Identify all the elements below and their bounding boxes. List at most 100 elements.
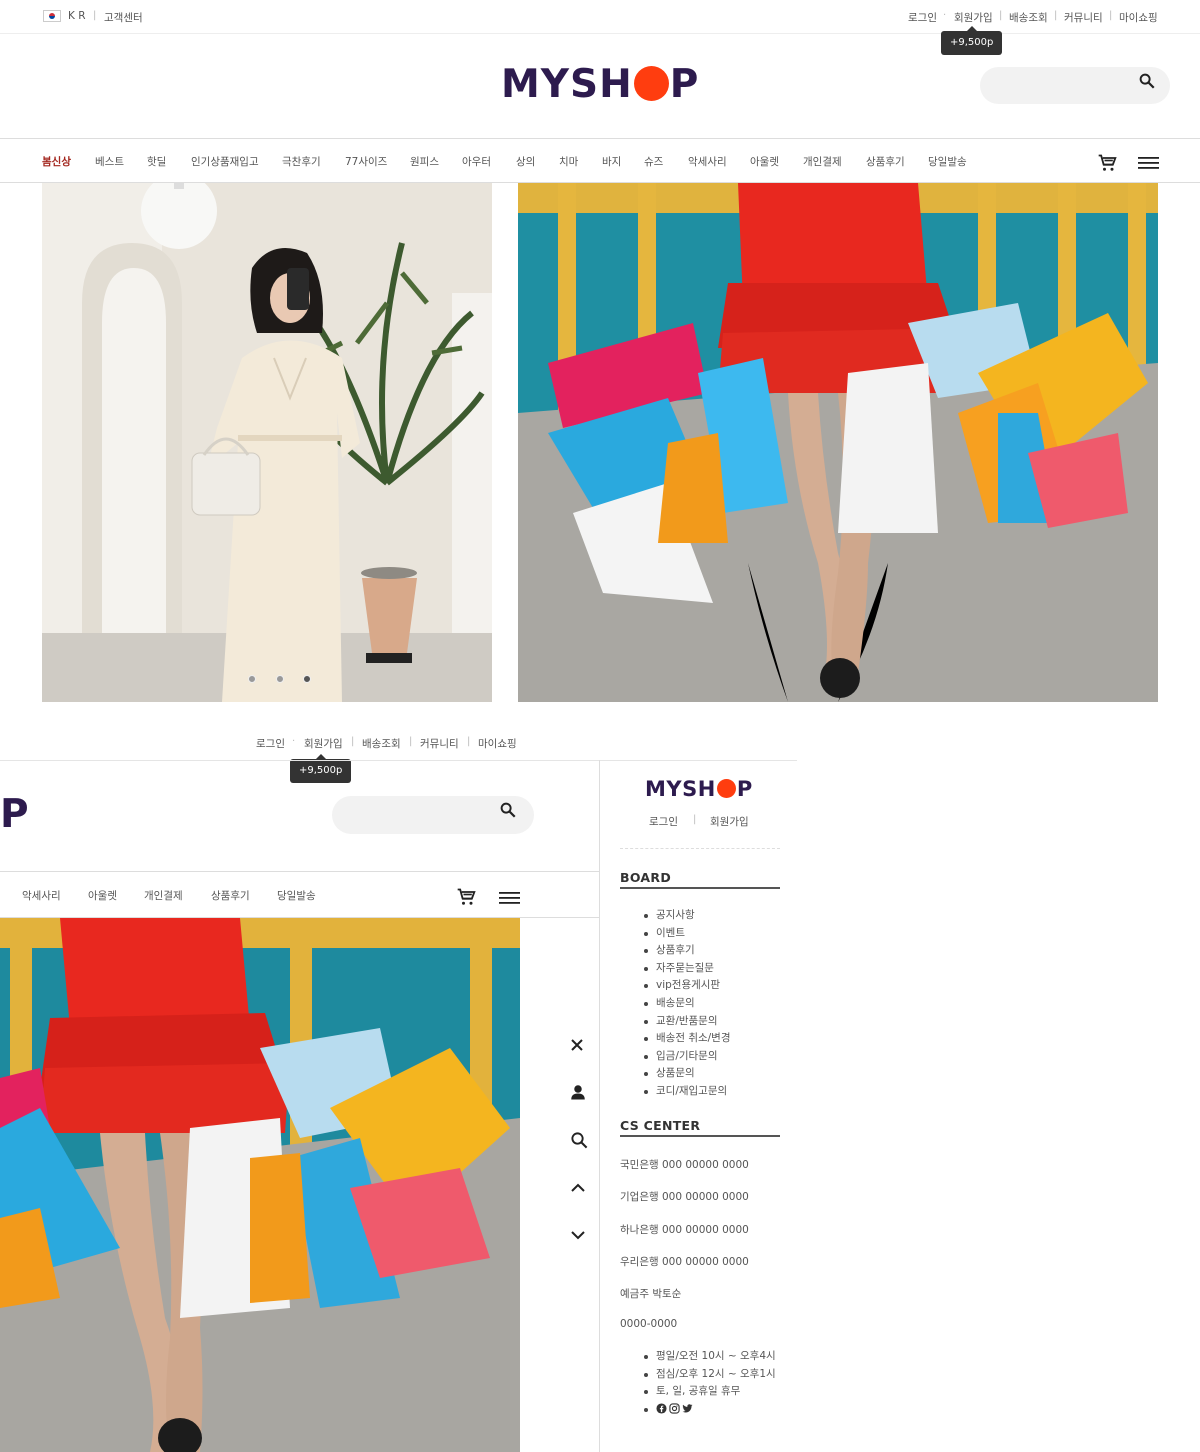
board-item-faq[interactable]: 자주묻는질문 (620, 960, 731, 978)
cart-icon[interactable] (456, 887, 476, 907)
customer-center-link[interactable]: 고객센터 (104, 10, 143, 25)
divider: | (693, 814, 697, 825)
user-icon[interactable] (569, 1083, 587, 1101)
bank-account: 국민은행 000 00000 0000 (620, 1159, 749, 1171)
logo-text-end: P (669, 62, 700, 107)
logo-text-end: P (736, 777, 753, 801)
board-item-product-inquiry[interactable]: 상품문의 (620, 1065, 731, 1083)
cs-hours-item: 점심/오후 12시 ~ 오후1시 (620, 1366, 776, 1384)
slider-dot-1[interactable] (248, 675, 256, 683)
chevron-down-icon[interactable] (570, 1229, 586, 1241)
nav-item-same-day[interactable]: 당일발송 (928, 154, 967, 169)
nav-item-private-payment[interactable]: 개인결제 (803, 154, 842, 169)
bank-account: 우리은행 000 00000 0000 (620, 1256, 749, 1268)
join-link[interactable]: 회원가입 (954, 10, 993, 25)
overlay-nav-product-reviews[interactable]: 상품후기 (211, 888, 250, 903)
slider-dot-2[interactable] (276, 675, 284, 683)
nav-item-reviews-best[interactable]: 극찬후기 (282, 154, 321, 169)
board-item-deposit-other[interactable]: 입금/기타문의 (620, 1048, 731, 1066)
logo-text: MYSH (501, 62, 633, 107)
cs-phone: 0000-0000 (620, 1318, 678, 1330)
divider: | (467, 736, 471, 747)
overlay-nav-private-payment[interactable]: 개인결제 (144, 888, 183, 903)
banner-image-1[interactable] (42, 183, 492, 702)
nav-item-outer[interactable]: 아우터 (462, 154, 491, 169)
overlay-top-border (0, 760, 797, 761)
side-menu-logo[interactable]: MYSH P (645, 776, 753, 802)
overlay-nav-top-border (0, 871, 599, 872)
instagram-icon[interactable] (669, 1403, 680, 1414)
overlay-login-link[interactable]: 로그인 (256, 736, 285, 751)
banner-image-2[interactable] (518, 183, 1158, 702)
cart-icon[interactable] (1097, 153, 1117, 173)
board-item-event[interactable]: 이벤트 (620, 925, 731, 943)
nav-item-shoes[interactable]: 슈즈 (644, 154, 663, 169)
overlay-join-link[interactable]: 회원가입 (304, 736, 343, 751)
facebook-icon[interactable] (656, 1403, 667, 1414)
community-link[interactable]: 커뮤니티 (1064, 10, 1103, 25)
nav-item-spring-new[interactable]: 봄신상 (42, 154, 71, 169)
nav-item-accessories[interactable]: 악세사리 (688, 154, 727, 169)
dot-divider: · (292, 736, 296, 747)
menu-icon[interactable] (499, 891, 520, 905)
overlay-banner-illustration (0, 918, 520, 1452)
nav-item-hotdeal[interactable]: 핫딜 (147, 154, 166, 169)
board-item-cancel-change[interactable]: 배송전 취소/변경 (620, 1030, 731, 1048)
cs-title-underline (620, 1135, 780, 1137)
slider-dot-3[interactable] (303, 675, 311, 683)
points-tooltip: +9,500p (941, 26, 1003, 55)
board-item-vip[interactable]: vip전용게시판 (620, 977, 731, 995)
overlay-logo-partial[interactable]: P (0, 793, 30, 837)
overlay-nav-same-day[interactable]: 당일발송 (277, 888, 316, 903)
nav-item-skirt[interactable]: 치마 (559, 154, 578, 169)
board-item-restock-inquiry[interactable]: 코디/재입고문의 (620, 1083, 731, 1101)
side-menu-join[interactable]: 회원가입 (710, 814, 749, 829)
country-code[interactable]: K R (68, 10, 86, 22)
overlay-community-link[interactable]: 커뮤니티 (420, 736, 459, 751)
delivery-link[interactable]: 배송조회 (1009, 10, 1048, 25)
nav-item-size77[interactable]: 77사이즈 (345, 154, 387, 169)
search-icon[interactable] (1138, 72, 1156, 90)
search-icon[interactable] (570, 1131, 589, 1150)
nav-item-product-reviews[interactable]: 상품후기 (866, 154, 905, 169)
board-item-reviews[interactable]: 상품후기 (620, 942, 731, 960)
nav-item-outlet[interactable]: 아울렛 (750, 154, 779, 169)
side-menu-login[interactable]: 로그인 (649, 814, 678, 829)
nav-item-onepiece[interactable]: 원피스 (410, 154, 439, 169)
nav-item-pants[interactable]: 바지 (602, 154, 621, 169)
nav-item-top[interactable]: 상의 (516, 154, 535, 169)
myshopping-link[interactable]: 마이쇼핑 (1119, 10, 1158, 25)
search-icon[interactable] (499, 801, 517, 819)
side-menu-divider (620, 848, 780, 849)
cs-hours-list: 평일/오전 10시 ~ 오후4시 점심/오후 12시 ~ 오후1시 토, 일, … (620, 1348, 776, 1418)
site-logo[interactable]: MYSH P (501, 63, 699, 107)
banner-illustration-1 (42, 183, 492, 702)
twitter-icon[interactable] (682, 1403, 693, 1414)
divider: | (999, 10, 1003, 21)
login-link[interactable]: 로그인 (908, 10, 937, 25)
account-holder: 예금주 박토순 (620, 1288, 682, 1300)
overlay-nav-outlet[interactable]: 아울렛 (88, 888, 117, 903)
social-links (620, 1401, 776, 1419)
divider: | (1054, 10, 1058, 21)
close-icon[interactable] (570, 1038, 584, 1052)
banner-illustration-2 (518, 183, 1158, 702)
main-nav (0, 138, 1200, 183)
overlay-myshopping-link[interactable]: 마이쇼핑 (478, 736, 517, 751)
board-item-notice[interactable]: 공지사항 (620, 907, 731, 925)
divider: | (351, 736, 355, 747)
logo-circle (716, 779, 736, 798)
overlay-delivery-link[interactable]: 배송조회 (362, 736, 401, 751)
chevron-up-icon[interactable] (570, 1182, 586, 1194)
divider: | (409, 736, 413, 747)
bank-account: 하나은행 000 00000 0000 (620, 1224, 749, 1236)
overlay-nav-accessories[interactable]: 악세사리 (22, 888, 61, 903)
overlay-banner-image[interactable] (0, 918, 520, 1452)
board-item-delivery-inquiry[interactable]: 배송문의 (620, 995, 731, 1013)
nav-item-best[interactable]: 베스트 (95, 154, 124, 169)
board-item-exchange-return[interactable]: 교환/반품문의 (620, 1013, 731, 1031)
nav-item-restock[interactable]: 인기상품재입고 (191, 154, 259, 169)
korea-flag-icon[interactable] (43, 10, 61, 22)
side-menu-border (599, 760, 600, 1452)
menu-icon[interactable] (1138, 156, 1159, 170)
